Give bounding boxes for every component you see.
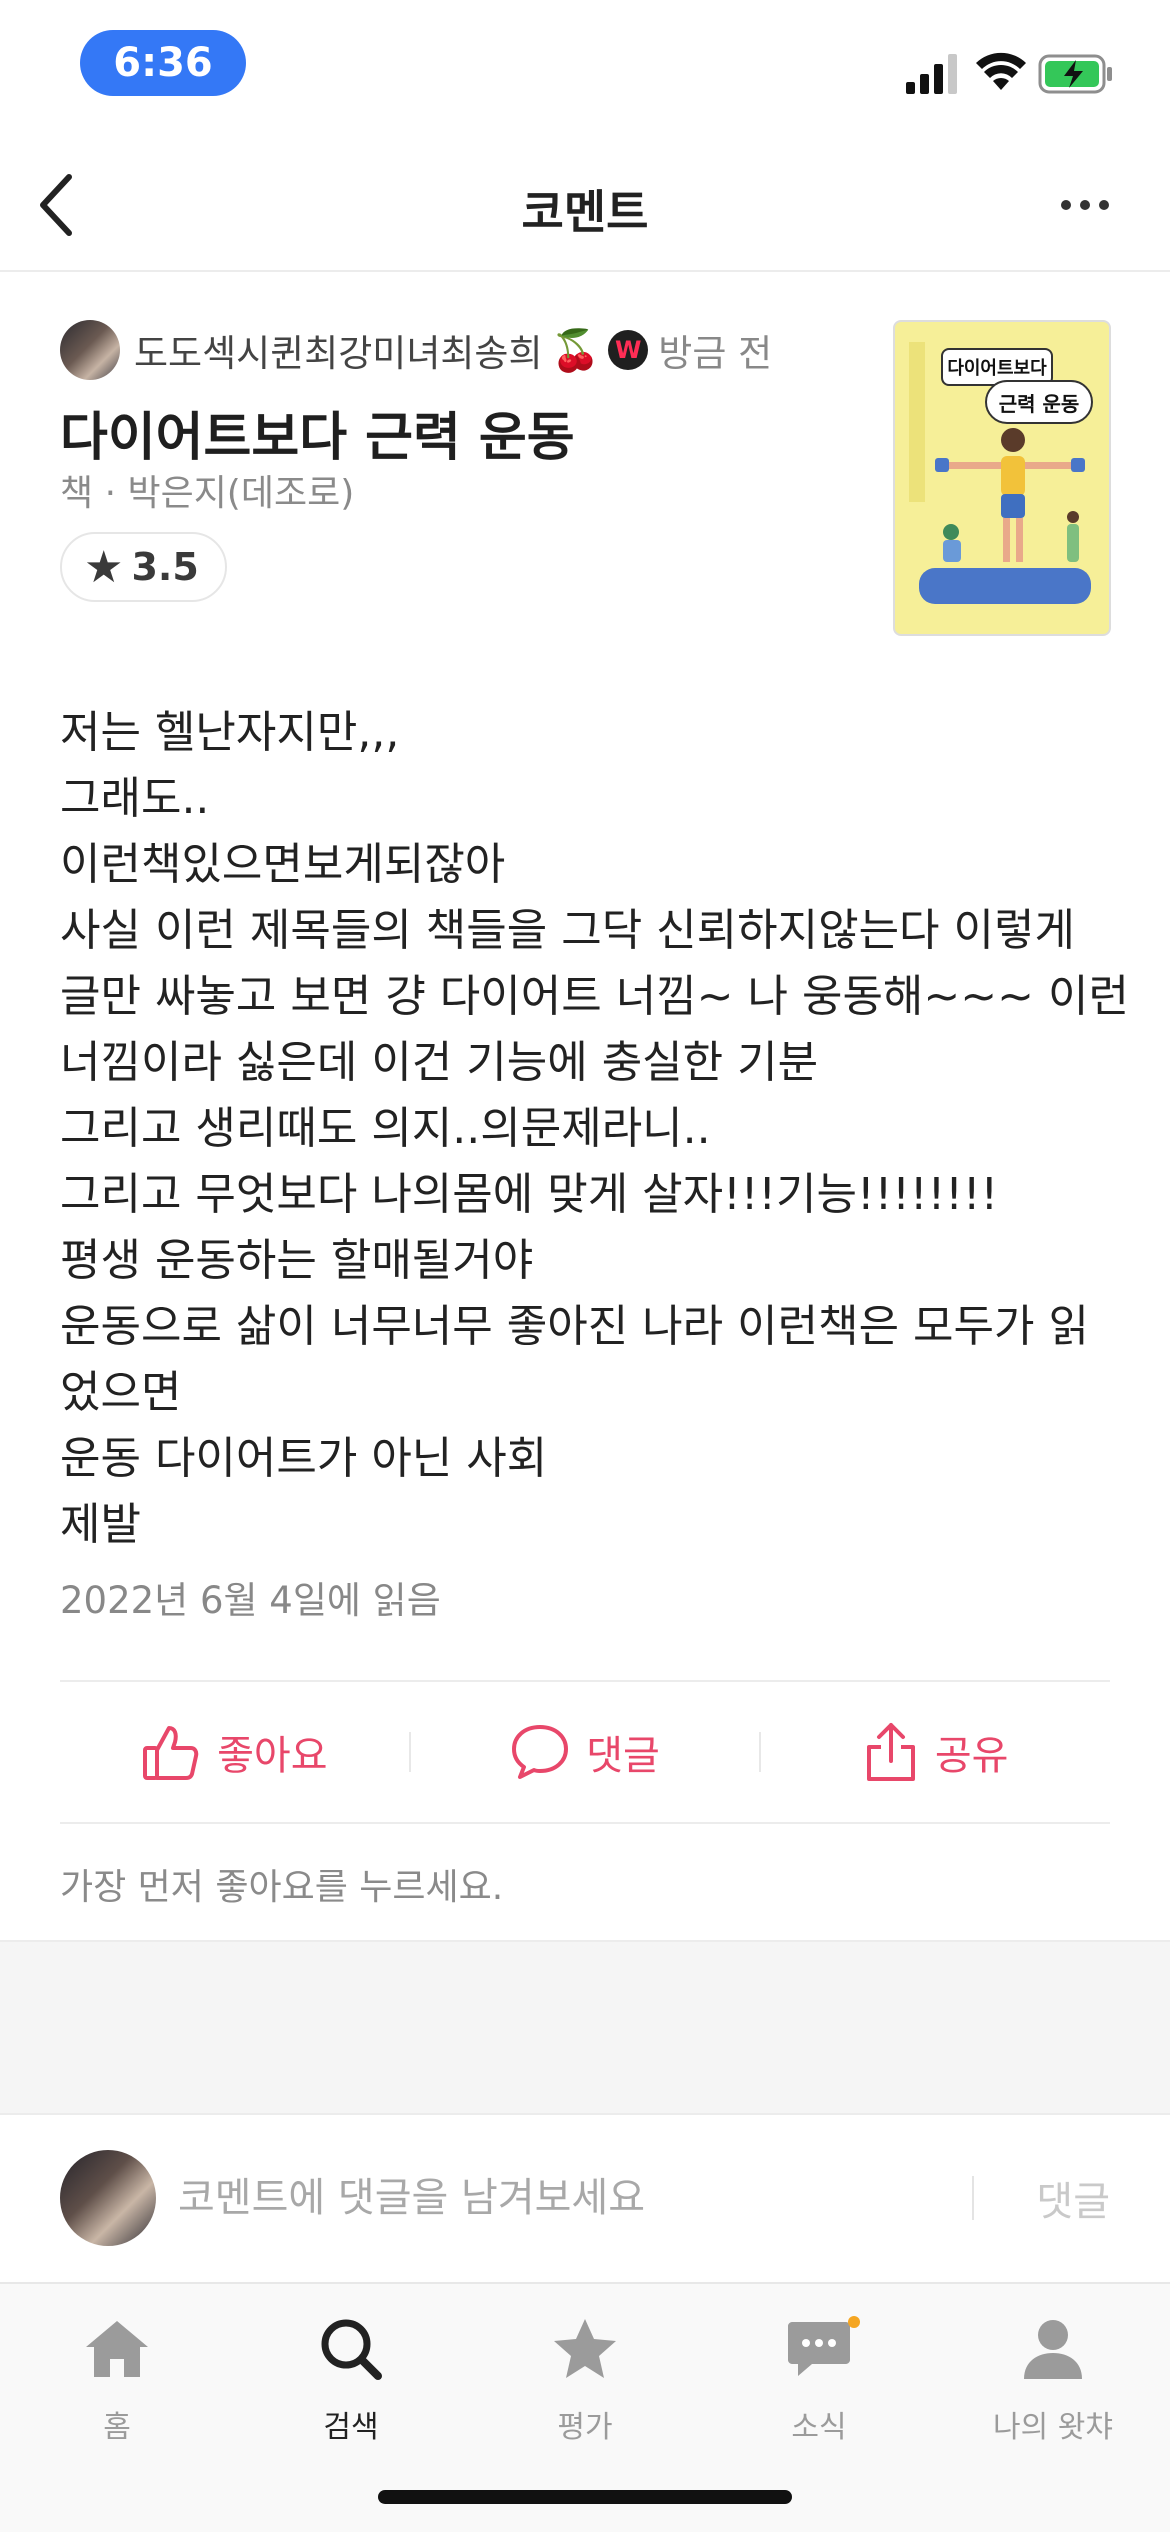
nav-header: 코멘트 xyxy=(0,140,1170,272)
reply-bar: 댓글 xyxy=(0,2118,1170,2278)
tab-label: 나의 왓챠 xyxy=(993,2410,1113,2445)
comment-time: 방금 전 xyxy=(658,332,773,375)
comment-body: 저는 헬난자지만,,, 그래도.. 이런책있으면보게되잖아 사실 이런 제목들의… xyxy=(60,700,1129,1558)
like-label: 좋아요 xyxy=(217,1733,328,1779)
comment-line: 사실 이런 제목들의 책들을 그닥 신뢰하지않는다 이렇게 xyxy=(60,905,1075,956)
more-options-button[interactable] xyxy=(1050,180,1120,230)
cover-spine-text xyxy=(909,342,925,502)
book-cover[interactable]: 다이어트보다 근력 운동 xyxy=(893,320,1111,636)
cover-band xyxy=(919,568,1091,604)
notification-dot xyxy=(848,2316,860,2328)
author-row: 도도섹시퀸최강미녀최송희 🍒 W 방금 전 xyxy=(60,318,772,382)
tab-label: 홈 xyxy=(103,2410,131,2445)
profile-icon xyxy=(1024,2320,1082,2379)
rating-badge: ★ 3.5 xyxy=(60,532,227,602)
watcha-badge-icon: W xyxy=(608,330,649,370)
comment-button[interactable]: 댓글 xyxy=(411,1723,760,1781)
page-title: 코멘트 xyxy=(521,185,649,239)
book-title[interactable]: 다이어트보다 근력 운동 xyxy=(60,395,575,470)
tab-news[interactable]: 소식 xyxy=(702,2304,936,2454)
home-icon xyxy=(86,2321,148,2377)
reply-input[interactable] xyxy=(178,2170,938,2226)
like-hint: 가장 먼저 좋아요를 누르세요. xyxy=(60,1867,504,1908)
tab-home[interactable]: 홈 xyxy=(0,2304,234,2454)
comment-line: 글만 싸놓고 보면 걍 다이어트 너낌~ 나 웅동해~~~ 이런 xyxy=(60,971,1129,1022)
book-meta: 책 · 박은지(데조로) xyxy=(60,473,355,514)
action-row: 좋아요 댓글 공유 xyxy=(60,1682,1110,1822)
like-button[interactable]: 좋아요 xyxy=(60,1722,409,1782)
search-icon xyxy=(321,2319,382,2380)
star-icon: ★ xyxy=(84,541,124,593)
thumbs-up-icon xyxy=(143,1726,199,1780)
comment-line: 그리고 생리때도 의지..의문제라니.. xyxy=(60,1103,711,1154)
wifi-icon xyxy=(976,52,1026,90)
comment-line: 그래도.. xyxy=(60,773,210,824)
tab-label: 소식 xyxy=(791,2410,847,2445)
home-indicator xyxy=(378,2490,792,2504)
chat-icon xyxy=(788,2322,850,2376)
comment-line: 그리고 무엇보다 나의몸에 맞게 살자!!!기능!!!!!!!! xyxy=(60,1169,999,1220)
cellular-signal-icon xyxy=(906,54,957,94)
author-name[interactable]: 도도섹시퀸최강미녀최송희 xyxy=(134,323,542,377)
tab-my-watcha[interactable]: 나의 왓챠 xyxy=(936,2304,1170,2454)
my-avatar xyxy=(60,2150,156,2246)
comment-line: 운동 다이어트가 아닌 사회 xyxy=(60,1433,548,1484)
comment-line: 제발 xyxy=(60,1499,141,1550)
cover-title-line2: 근력 운동 xyxy=(985,380,1093,424)
share-icon xyxy=(866,1723,915,1781)
comment-label: 댓글 xyxy=(586,1733,660,1779)
status-bar: 6:36 xyxy=(0,0,1170,130)
reply-submit-button[interactable]: 댓글 xyxy=(1000,2170,1110,2226)
share-button[interactable]: 공유 xyxy=(761,1721,1110,1783)
divider xyxy=(60,1822,1110,1824)
cover-illustration xyxy=(935,428,1085,562)
comment-line: 너낌이라 싫은데 이건 기능에 충실한 기분 xyxy=(60,1037,819,1088)
rating-value: 3.5 xyxy=(131,545,199,589)
read-date: 2022년 6월 4일에 읽음 xyxy=(60,1579,441,1622)
speech-bubble-icon xyxy=(512,1725,569,1779)
comment-line: 었으면 xyxy=(60,1367,182,1418)
reply-separator xyxy=(972,2176,974,2220)
cherry-icon: 🍒 xyxy=(550,327,601,374)
section-spacer xyxy=(0,1940,1170,2115)
battery-charging-icon xyxy=(1038,54,1112,94)
tab-label: 평가 xyxy=(557,2410,613,2445)
comment-line: 이런책있으면보게되잖아 xyxy=(60,839,506,890)
comment-line: 저는 헬난자지만,,, xyxy=(60,707,400,758)
status-time[interactable]: 6:36 xyxy=(80,30,246,96)
comment-line: 평생 운동하는 할매될거야 xyxy=(60,1235,534,1286)
comment-line: 운동으로 삶이 너무너무 좋아진 나라 이런책은 모두가 읽 xyxy=(60,1301,1089,1352)
tab-label: 검색 xyxy=(323,2410,379,2445)
tab-rate[interactable]: 평가 xyxy=(468,2304,702,2454)
author-avatar[interactable] xyxy=(60,320,120,380)
star-icon xyxy=(554,2319,616,2378)
tab-search[interactable]: 검색 xyxy=(234,2304,468,2454)
share-label: 공유 xyxy=(934,1733,1009,1779)
more-horizontal-icon xyxy=(1061,200,1109,210)
